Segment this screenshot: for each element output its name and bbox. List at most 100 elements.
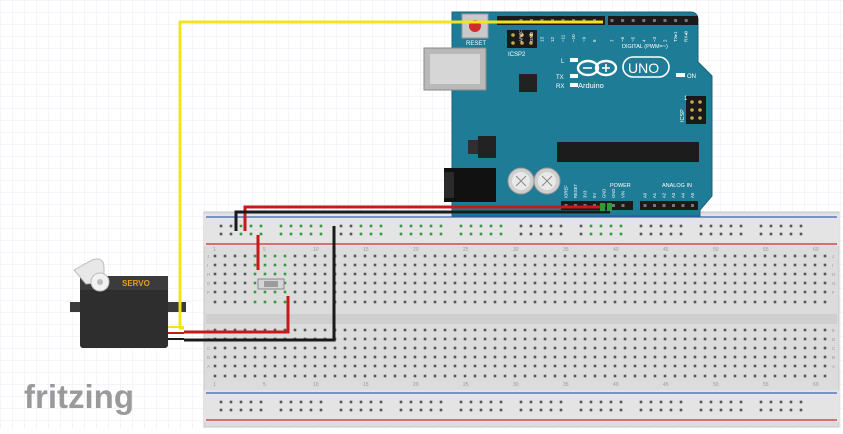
terminal-hole bbox=[513, 300, 517, 304]
terminal-hole bbox=[233, 364, 237, 368]
column-number-top: 20 bbox=[413, 247, 419, 253]
terminal-hole bbox=[573, 272, 577, 276]
terminal-hole bbox=[343, 254, 347, 258]
rail-hole bbox=[609, 408, 613, 412]
digital-pin-label: ~5 bbox=[631, 36, 636, 42]
terminal-hole bbox=[563, 300, 567, 304]
terminal-hole bbox=[693, 272, 697, 276]
terminal-hole bbox=[593, 374, 597, 378]
led-rx bbox=[570, 83, 578, 87]
rail-hole bbox=[339, 408, 343, 412]
column-number-bottom: 45 bbox=[663, 382, 669, 388]
terminal-hole bbox=[483, 337, 487, 341]
terminal-hole bbox=[543, 364, 547, 368]
terminal-hole bbox=[233, 290, 237, 294]
rail-hole bbox=[669, 408, 673, 412]
rail-hole bbox=[299, 408, 303, 412]
terminal-hole bbox=[783, 300, 787, 304]
terminal-hole bbox=[653, 346, 657, 350]
terminal-hole bbox=[603, 346, 607, 350]
terminal-hole bbox=[443, 272, 447, 276]
terminal-hole bbox=[513, 346, 517, 350]
terminal-hole bbox=[313, 263, 317, 267]
terminal-hole bbox=[823, 272, 827, 276]
terminal-hole bbox=[623, 346, 627, 350]
power-label: POWER bbox=[610, 183, 631, 189]
rail-hole bbox=[229, 224, 233, 228]
terminal-hole bbox=[703, 300, 707, 304]
terminal-hole bbox=[583, 281, 587, 285]
terminal-hole bbox=[403, 272, 407, 276]
analog-pin-label: A4 bbox=[681, 192, 686, 198]
terminal-hole bbox=[673, 254, 677, 258]
terminal-hole bbox=[813, 281, 817, 285]
terminal-hole bbox=[373, 272, 377, 276]
terminal-hole bbox=[553, 364, 557, 368]
column-number-top: 40 bbox=[613, 247, 619, 253]
terminal-hole bbox=[633, 272, 637, 276]
digital-pin-label: AREF bbox=[519, 30, 524, 42]
rail-hole bbox=[729, 408, 733, 412]
terminal-hole bbox=[503, 272, 507, 276]
column-number-bottom: 15 bbox=[363, 382, 369, 388]
terminal-hole bbox=[393, 254, 397, 258]
rail-hole bbox=[319, 232, 323, 236]
rail-hole bbox=[229, 232, 233, 236]
terminal-hole bbox=[433, 364, 437, 368]
terminal-hole bbox=[593, 355, 597, 359]
terminal-hole bbox=[763, 290, 767, 294]
rail-hole bbox=[429, 224, 433, 228]
terminal-hole bbox=[383, 263, 387, 267]
rail-hole bbox=[579, 232, 583, 236]
terminal-hole bbox=[303, 254, 307, 258]
terminal-hole bbox=[283, 374, 287, 378]
rail-hole bbox=[499, 400, 503, 404]
rail-hole bbox=[609, 232, 613, 236]
terminal-hole bbox=[383, 337, 387, 341]
rail-hole bbox=[479, 224, 483, 228]
terminal-hole bbox=[293, 263, 297, 267]
terminal-hole bbox=[623, 290, 627, 294]
terminal-hole bbox=[483, 374, 487, 378]
terminal-hole bbox=[423, 364, 427, 368]
terminal-hole bbox=[613, 328, 617, 332]
terminal-hole bbox=[403, 290, 407, 294]
terminal-hole bbox=[493, 355, 497, 359]
terminal-hole bbox=[553, 346, 557, 350]
terminal-hole bbox=[723, 290, 727, 294]
rail-hole bbox=[769, 400, 773, 404]
terminal-hole bbox=[743, 281, 747, 285]
terminal-hole bbox=[393, 374, 397, 378]
terminal-hole bbox=[643, 337, 647, 341]
rail-hole bbox=[459, 224, 463, 228]
column-number-bottom: 20 bbox=[413, 382, 419, 388]
terminal-hole bbox=[523, 290, 527, 294]
terminal-hole bbox=[513, 364, 517, 368]
terminal-hole bbox=[623, 337, 627, 341]
terminal-hole bbox=[673, 364, 677, 368]
rail-hole bbox=[779, 400, 783, 404]
terminal-hole bbox=[473, 355, 477, 359]
terminal-hole bbox=[813, 290, 817, 294]
terminal-hole bbox=[823, 300, 827, 304]
terminal-hole bbox=[353, 254, 357, 258]
terminal-hole bbox=[423, 355, 427, 359]
terminal-hole bbox=[693, 254, 697, 258]
rail-hole bbox=[759, 224, 763, 228]
terminal-hole bbox=[653, 254, 657, 258]
column-number-bottom: 50 bbox=[713, 382, 719, 388]
terminal-hole bbox=[643, 346, 647, 350]
terminal-hole bbox=[613, 281, 617, 285]
rail-hole bbox=[229, 400, 233, 404]
column-number-top: 55 bbox=[763, 247, 769, 253]
terminal-hole bbox=[643, 272, 647, 276]
analog-pin-label: A0 bbox=[643, 192, 648, 198]
terminal-hole bbox=[313, 281, 317, 285]
icsp-label: ICSP bbox=[680, 109, 686, 122]
terminal-hole bbox=[483, 290, 487, 294]
terminal-hole bbox=[763, 328, 767, 332]
rail-hole bbox=[259, 408, 263, 412]
rail-hole bbox=[359, 400, 363, 404]
rail-hole bbox=[259, 224, 263, 228]
terminal-hole bbox=[503, 328, 507, 332]
